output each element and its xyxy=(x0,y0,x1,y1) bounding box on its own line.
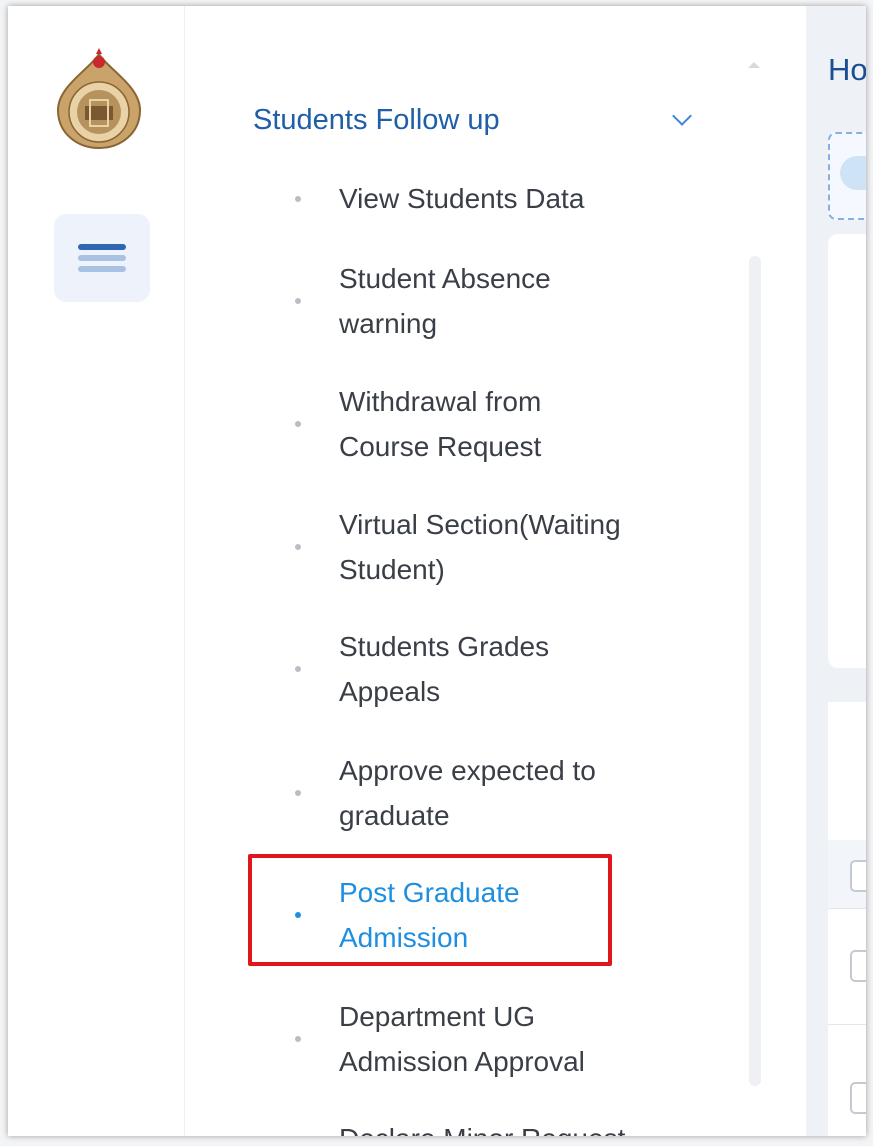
sidebar-item-department-ug-admission[interactable]: Department UG Admission Approval xyxy=(295,994,715,1084)
row-checkbox[interactable] xyxy=(850,1082,866,1114)
dropzone-button[interactable] xyxy=(840,156,866,190)
row-divider xyxy=(828,1024,866,1025)
row-checkbox[interactable] xyxy=(850,950,866,982)
sidebar-item-label: Department UG Admission Approval xyxy=(339,1001,585,1077)
menu-bar xyxy=(78,255,126,261)
bullet-dot-icon xyxy=(295,790,301,796)
bullet-dot-icon xyxy=(295,544,301,550)
scrollbar-track[interactable] xyxy=(749,256,761,1086)
sidebar-item-view-students-data[interactable]: View Students Data xyxy=(295,176,715,221)
sidebar-submenu: Students Follow up View Students Data St… xyxy=(185,6,805,1136)
menu-bar xyxy=(78,266,126,272)
sidebar-item-approve-expected-graduate[interactable]: Approve expected to graduate xyxy=(295,748,715,838)
section-title: Students Follow up xyxy=(253,103,500,136)
sidebar-item-label: Post Graduate Admission xyxy=(339,877,520,953)
upload-dropzone[interactable] xyxy=(828,132,866,220)
bullet-dot-icon xyxy=(295,298,301,304)
sidebar-item-declare-minor-request[interactable]: Declare Minor Request xyxy=(295,1116,715,1136)
section-students-follow-up[interactable]: Students Follow up xyxy=(253,100,693,140)
bullet-dot-icon xyxy=(295,666,301,672)
bullet-dot-icon xyxy=(295,195,301,202)
hamburger-menu-icon[interactable] xyxy=(54,214,150,302)
sidebar-item-post-graduate-admission[interactable]: Post Graduate Admission xyxy=(295,870,715,960)
university-seal-logo[interactable] xyxy=(52,46,146,150)
bullet-dot-icon xyxy=(295,421,301,427)
menu-bar xyxy=(78,244,126,250)
bullet-dot-icon xyxy=(295,1036,301,1042)
sidebar-item-label: Virtual Section(Waiting Student) xyxy=(339,509,621,585)
main-content: Ho xyxy=(806,6,866,1136)
sidebar-item-label: View Students Data xyxy=(339,183,585,214)
page-title: Ho xyxy=(828,52,866,87)
left-rail xyxy=(8,6,185,1136)
select-all-checkbox[interactable] xyxy=(850,860,866,892)
sidebar-item-virtual-section[interactable]: Virtual Section(Waiting Student) xyxy=(295,502,715,592)
scroll-up-arrow-icon[interactable] xyxy=(748,62,760,68)
row-divider xyxy=(828,908,866,909)
sidebar-item-grades-appeals[interactable]: Students Grades Appeals xyxy=(295,624,715,714)
sidebar-item-label: Approve expected to graduate xyxy=(339,755,596,831)
sidebar-item-label: Declare Minor Request xyxy=(339,1116,699,1136)
bullet-dot-icon xyxy=(295,912,301,918)
sidebar-item-withdrawal-request[interactable]: Withdrawal from Course Request xyxy=(295,379,715,469)
sidebar-item-label: Withdrawal from Course Request xyxy=(339,386,542,462)
content-card xyxy=(828,234,866,668)
sidebar-item-label: Student Absence warning xyxy=(339,263,551,339)
app-window: Students Follow up View Students Data St… xyxy=(8,6,866,1136)
sidebar-item-label: Students Grades Appeals xyxy=(339,631,550,707)
chevron-down-icon[interactable] xyxy=(672,106,692,126)
data-table xyxy=(828,702,866,1136)
sidebar-item-student-absence-warning[interactable]: Student Absence warning xyxy=(295,256,715,346)
